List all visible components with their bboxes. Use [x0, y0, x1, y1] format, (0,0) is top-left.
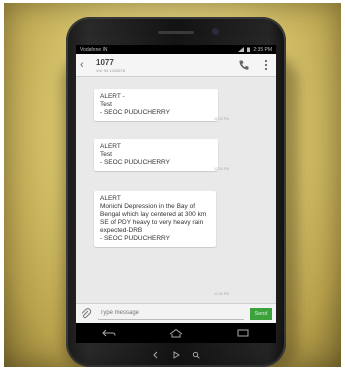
message-bubble[interactable]: ALERT Monichi Depression in the Bay of B… [94, 191, 216, 247]
contact-name: 1077 [96, 57, 114, 67]
message-time: 12:33 PM [214, 117, 229, 121]
earpiece [158, 31, 194, 34]
recents-icon[interactable] [235, 328, 251, 338]
message-bubble[interactable]: ALERT - Test - SEOC PUDUCHERRY [94, 89, 218, 121]
status-icons: 2:35 PM [238, 47, 272, 53]
conversation-header: ‹ 1077 Vol: 94 1234578 [76, 54, 276, 77]
home-icon[interactable] [168, 328, 184, 338]
message-input[interactable] [98, 307, 244, 320]
send-button[interactable]: Send [250, 307, 272, 320]
compose-bar: Send [76, 303, 276, 323]
status-bar: Vodafone IN 2:35 PM [76, 45, 276, 54]
back-icon[interactable] [101, 328, 117, 338]
battery-icon [247, 47, 251, 52]
hardware-buttons [66, 349, 286, 361]
navigation-bar [76, 323, 276, 343]
contact-subtitle: Vol: 94 1234578 [96, 67, 125, 73]
message-bubble[interactable]: ALERT Test - SEOC PUDUCHERRY [94, 139, 218, 171]
status-time: 2:35 PM [253, 46, 272, 53]
front-camera [212, 28, 219, 35]
signal-icon [238, 47, 245, 52]
message-time: 12:35 PM [214, 292, 229, 296]
hardware-play-icon[interactable] [172, 351, 180, 359]
phone-screen: Vodafone IN 2:35 PM ‹ 1077 Vol: 94 12345… [76, 45, 276, 343]
overflow-menu-icon[interactable] [264, 59, 268, 71]
message-thread[interactable]: ALERT - Test - SEOC PUDUCHERRY 12:33 PM … [76, 77, 276, 303]
message-time: 12:34 PM [214, 167, 229, 171]
hardware-back-icon[interactable] [152, 351, 160, 359]
paperclip-icon[interactable] [80, 307, 92, 320]
hardware-search-icon[interactable] [192, 351, 200, 359]
phone-device: Vodafone IN 2:35 PM ‹ 1077 Vol: 94 12345… [66, 17, 286, 367]
phone-icon[interactable] [238, 59, 250, 71]
carrier-label: Vodafone IN [80, 46, 108, 53]
photo-frame: Vodafone IN 2:35 PM ‹ 1077 Vol: 94 12345… [4, 3, 341, 367]
contact-info[interactable]: 1077 Vol: 94 1234578 [96, 58, 125, 73]
back-arrow-icon[interactable]: ‹ [80, 58, 90, 72]
